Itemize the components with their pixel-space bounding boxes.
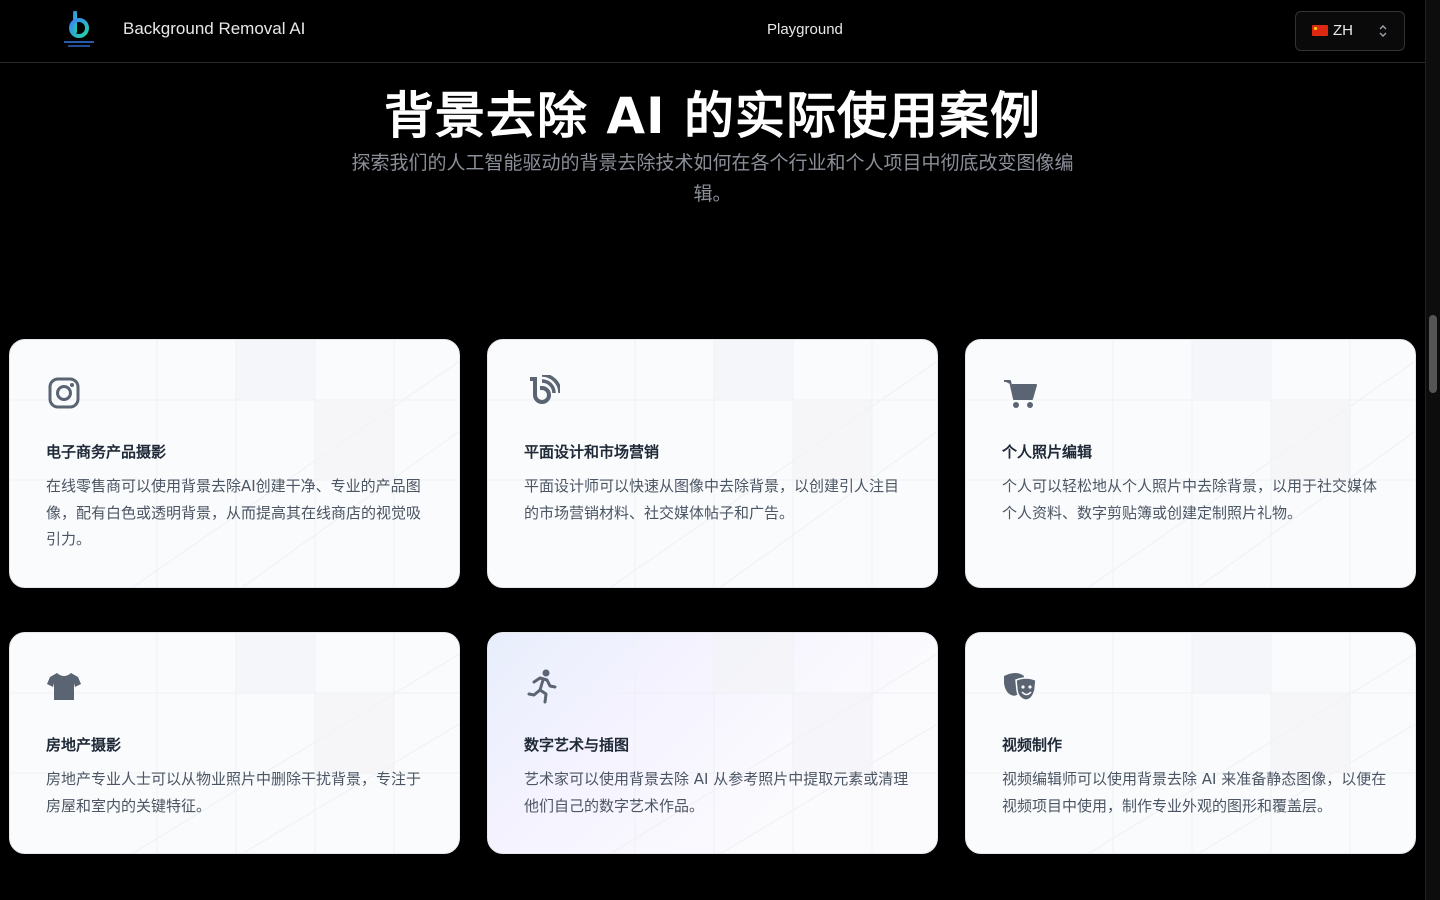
top-navbar: Background Removal AI Playground ZH xyxy=(0,0,1425,63)
card-description: 在线零售商可以使用背景去除AI创建干净、专业的产品图像，配有白色或透明背景，从而… xyxy=(46,477,422,548)
use-case-card[interactable]: 视频制作视频编辑师可以使用背景去除 AI 来准备静态图像，以便在视频项目中使用，… xyxy=(965,632,1416,854)
shopping-cart-icon xyxy=(1004,380,1037,408)
blogger-icon xyxy=(530,375,560,404)
card-title: 电子商务产品摄影 xyxy=(46,443,167,461)
card-description: 视频编辑师可以使用背景去除 AI 来准备静态图像，以便在视频项目中使用，制作专业… xyxy=(1002,770,1387,815)
brand-logo[interactable] xyxy=(60,8,98,50)
card-description: 房地产专业人士可以从物业照片中删除干扰背景，专注于房屋和室内的关键特征。 xyxy=(46,770,422,815)
card-title: 数字艺术与插图 xyxy=(524,736,630,754)
card-description: 平面设计师可以快速从图像中去除背景，以创建引人注目的市场营销材料、社交媒体帖子和… xyxy=(524,477,900,522)
card-title: 房地产摄影 xyxy=(46,736,122,754)
language-selector[interactable]: ZH xyxy=(1295,11,1405,51)
card-description: 艺术家可以使用背景去除 AI 从参考照片中提取元素或清理他们自己的数字艺术作品。 xyxy=(524,770,909,815)
card-description: 个人可以轻松地从个人照片中去除背景，以用于社交媒体个人资料、数字剪贴簿或创建定制… xyxy=(1002,477,1378,522)
theater-masks-icon xyxy=(1004,673,1037,701)
page-subtitle: 探索我们的人工智能驱动的背景去除技术如何在各个行业和个人项目中彻底改变图像编辑。 xyxy=(351,152,1074,205)
chevron-up-down-icon xyxy=(1379,25,1387,37)
brand-name[interactable]: Background Removal AI xyxy=(123,19,305,39)
running-person-icon xyxy=(527,669,557,704)
use-case-card[interactable]: 个人照片编辑个人可以轻松地从个人照片中去除背景，以用于社交媒体个人资料、数字剪贴… xyxy=(965,339,1416,588)
nav-link-playground[interactable]: Playground xyxy=(767,21,843,38)
use-case-card[interactable]: 数字艺术与插图艺术家可以使用背景去除 AI 从参考照片中提取元素或清理他们自己的… xyxy=(487,632,938,854)
use-case-card[interactable]: 电子商务产品摄影在线零售商可以使用背景去除AI创建干净、专业的产品图像，配有白色… xyxy=(9,339,460,588)
card-title: 平面设计和市场营销 xyxy=(524,443,660,461)
cn-flag-icon xyxy=(1312,25,1328,36)
scrollbar-track[interactable] xyxy=(1425,0,1440,900)
use-case-card[interactable]: 平面设计和市场营销平面设计师可以快速从图像中去除背景，以创建引人注目的市场营销材… xyxy=(487,339,938,588)
scrollbar-thumb[interactable] xyxy=(1429,315,1437,393)
card-title: 个人照片编辑 xyxy=(1002,443,1093,461)
card-title: 视频制作 xyxy=(1002,736,1063,754)
tshirt-icon xyxy=(47,673,81,700)
language-code: ZH xyxy=(1333,22,1353,39)
page-title: 背景去除 AI 的实际使用案例 xyxy=(383,87,1042,145)
instagram-icon xyxy=(48,377,80,409)
use-case-card[interactable]: 房地产摄影房地产专业人士可以从物业照片中删除干扰背景，专注于房屋和室内的关键特征… xyxy=(9,632,460,854)
